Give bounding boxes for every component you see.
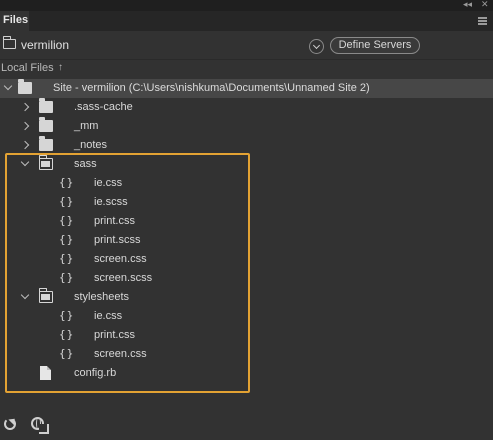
tree-item-sass[interactable]: sass (0, 155, 493, 174)
tree-item-stylesheets-ie-css[interactable]: {} ie.css (0, 307, 493, 326)
code-file-icon: {} (59, 309, 75, 322)
tree-item-sass-print-css[interactable]: {} print.css (0, 212, 493, 231)
tree-item-label: ie.css (94, 177, 123, 189)
tree-item-label: ie.scss (94, 196, 128, 208)
tree-root-label: Site - vermilion (C:\Users\nishkuma\Docu… (53, 82, 370, 94)
tree-item-label: stylesheets (74, 291, 130, 303)
define-servers-button[interactable]: Define Servers (330, 37, 420, 54)
tree-item-config-rb[interactable]: config.rb (0, 364, 493, 383)
tree-item-label: .sass-cache (74, 101, 133, 113)
tree-item-label: print.css (94, 329, 135, 341)
chevron-down-icon[interactable] (19, 158, 31, 170)
tree-item-sass-screen-css[interactable]: {} screen.css (0, 250, 493, 269)
panel-tab-bar: Files (0, 11, 493, 31)
tree-item-sass-ie-css[interactable]: {} ie.css (0, 174, 493, 193)
divider (0, 59, 493, 60)
folder-icon (39, 117, 53, 132)
chevron-right-icon[interactable] (20, 101, 32, 113)
folder-icon (39, 98, 53, 113)
tree-item-stylesheets[interactable]: stylesheets (0, 288, 493, 307)
code-file-icon: {} (59, 195, 75, 208)
tree-item-sass-print-scss[interactable]: {} print.scss (0, 231, 493, 250)
code-file-icon: {} (59, 214, 75, 227)
panel-top-strip: ◂◂ ✕ (0, 0, 493, 11)
refresh-icon[interactable] (4, 418, 16, 430)
code-file-icon: {} (59, 176, 75, 189)
folder-open-icon (38, 288, 53, 303)
folder-icon (39, 136, 53, 151)
code-file-icon: {} (59, 328, 75, 341)
tree-item-sass-screen-scss[interactable]: {} screen.scss (0, 269, 493, 288)
panel-bottom-bar (0, 412, 493, 440)
local-files-header[interactable]: Local Files (1, 62, 54, 74)
code-file-icon: {} (59, 271, 75, 284)
tree-item-stylesheets-print-css[interactable]: {} print.css (0, 326, 493, 345)
tree-item-label: _mm (74, 120, 99, 132)
code-file-icon: {} (59, 252, 75, 265)
tree-item-label: ie.css (94, 310, 123, 322)
tree-item-label: screen.css (94, 253, 147, 265)
chevron-down-icon[interactable] (19, 291, 31, 303)
file-icon (40, 366, 51, 380)
tree-item-mm[interactable]: _mm (0, 117, 493, 136)
chevron-right-icon[interactable] (20, 120, 32, 132)
folder-icon (18, 79, 32, 94)
tree-item-label: print.scss (94, 234, 141, 246)
tree-item-stylesheets-screen-css[interactable]: {} screen.css (0, 345, 493, 364)
tree-item-label: config.rb (74, 367, 117, 379)
sort-ascending-icon[interactable]: ↑ (58, 62, 63, 73)
folder-open-icon (38, 155, 53, 170)
tree-item-label: _notes (74, 139, 108, 151)
chevron-down-icon[interactable] (2, 82, 14, 94)
tree-item-label: screen.css (94, 348, 147, 360)
tree-item-notes[interactable]: _notes (0, 136, 493, 155)
tree-item-sass-ie-scss[interactable]: {} ie.scss (0, 193, 493, 212)
chevron-down-icon[interactable] (309, 39, 324, 54)
code-file-icon: {} (59, 233, 75, 246)
folder-icon (2, 36, 16, 49)
tab-files[interactable]: Files (0, 11, 29, 31)
tree-item-label: print.css (94, 215, 135, 227)
tree-item-label: sass (74, 158, 97, 170)
connect-globe-icon[interactable] (31, 417, 49, 434)
code-file-icon: {} (59, 347, 75, 360)
site-selector-bar: vermilion Define Servers (0, 34, 493, 58)
tree-item-label: screen.scss (94, 272, 153, 284)
chevron-right-icon[interactable] (20, 139, 32, 151)
site-select-value[interactable]: vermilion (21, 38, 69, 52)
panel-menu-icon[interactable] (478, 17, 487, 25)
tree-root-row[interactable]: Site - vermilion (C:\Users\nishkuma\Docu… (0, 79, 493, 98)
close-panel-icon[interactable]: ✕ (481, 0, 489, 10)
tree-item-sass-cache[interactable]: .sass-cache (0, 98, 493, 117)
collapse-panel-icon[interactable]: ◂◂ (463, 0, 472, 10)
